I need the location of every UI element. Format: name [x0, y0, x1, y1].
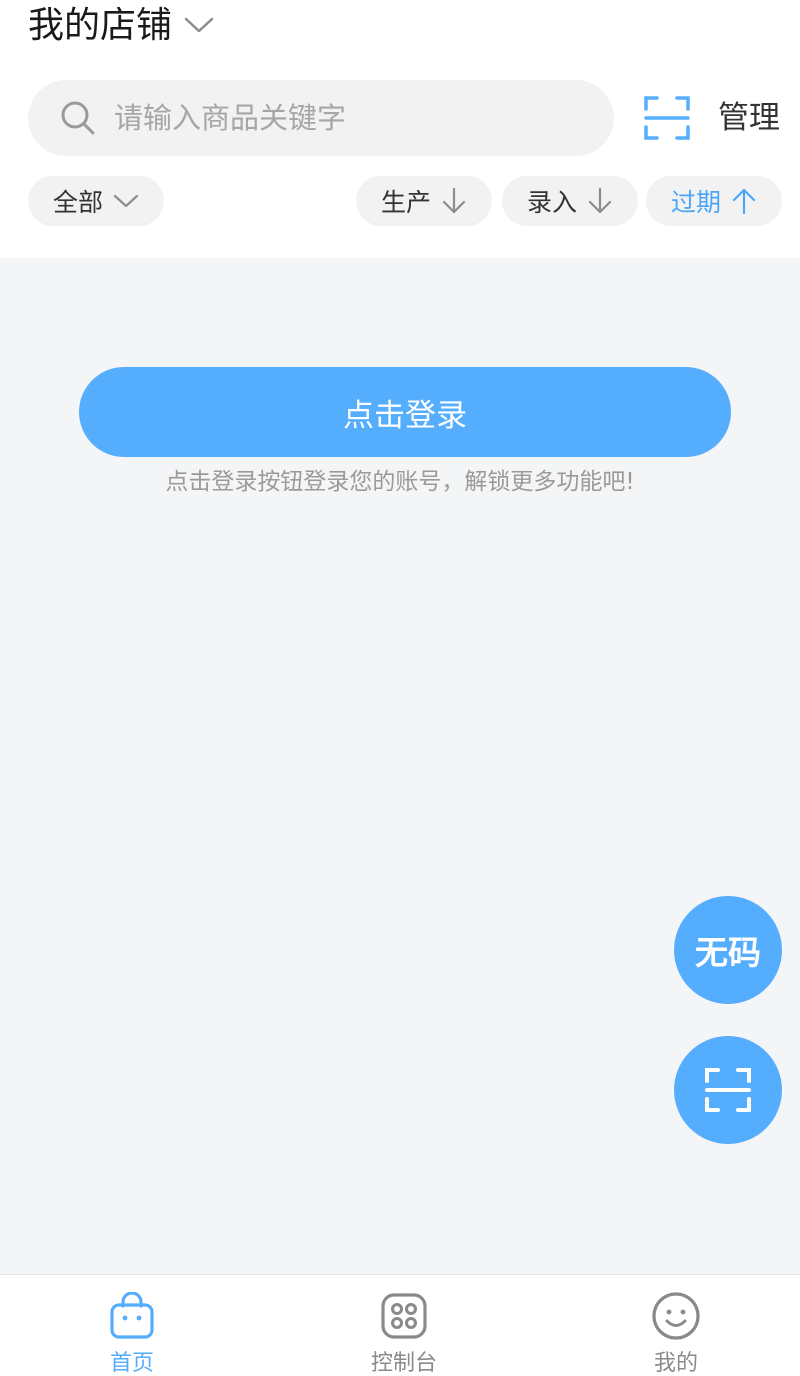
- tab-console[interactable]: 控制台: [324, 1275, 484, 1376]
- tab-home-label: 首页: [109, 1351, 154, 1376]
- arrow-down-icon: [441, 187, 467, 215]
- tab-console-label: 控制台: [370, 1351, 437, 1376]
- page: 我的店铺 管理 全部: [0, 0, 800, 1376]
- filter-all-label: 全部: [52, 188, 103, 217]
- search-icon: [60, 100, 96, 136]
- search-input[interactable]: [114, 101, 554, 135]
- filter-entry-label: 录入: [526, 188, 577, 217]
- store-switcher[interactable]: 我的店铺: [28, 0, 214, 52]
- scan-fab-button[interactable]: [674, 1036, 782, 1144]
- arrow-up-icon: [731, 187, 757, 215]
- tab-mine[interactable]: 我的: [596, 1275, 756, 1376]
- bottom-tab-bar: 首页 控制台 我的: [0, 1274, 800, 1376]
- filter-production-label: 生产: [380, 188, 431, 217]
- store-title: 我的店铺: [28, 5, 173, 46]
- login-button[interactable]: 点击登录: [79, 367, 731, 457]
- filter-expiry-label: 过期: [670, 188, 721, 217]
- bag-icon: [108, 1290, 156, 1341]
- grid-icon: [380, 1290, 428, 1341]
- header: 我的店铺 管理 全部: [0, 0, 800, 258]
- smiley-icon: [651, 1290, 701, 1341]
- no-barcode-button[interactable]: 无码: [674, 896, 782, 1004]
- chevron-down-icon: [113, 193, 139, 209]
- chevron-down-icon: [184, 16, 214, 38]
- arrow-down-icon: [587, 187, 613, 215]
- filter-all[interactable]: 全部: [28, 176, 164, 226]
- filter-expiry[interactable]: 过期: [646, 176, 782, 226]
- manage-button[interactable]: 管理: [718, 96, 780, 140]
- tab-home[interactable]: 首页: [52, 1275, 212, 1376]
- search-box[interactable]: [28, 80, 614, 156]
- login-hint: 点击登录按钮登录您的账号，解锁更多功能吧!: [165, 469, 635, 495]
- tab-mine-label: 我的: [653, 1351, 698, 1376]
- scan-icon[interactable]: [644, 96, 690, 140]
- filter-production[interactable]: 生产: [356, 176, 492, 226]
- scan-icon: [704, 1067, 752, 1113]
- filter-entry[interactable]: 录入: [502, 176, 638, 226]
